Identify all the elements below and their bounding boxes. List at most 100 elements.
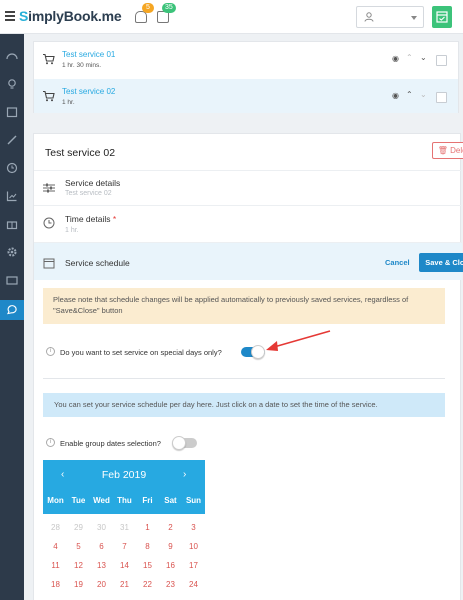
- calendar-day[interactable]: 4: [44, 542, 67, 551]
- service-duration: 1 hr.: [62, 99, 75, 106]
- weekday-label: Sat: [164, 496, 177, 505]
- group-dates-toggle[interactable]: [172, 436, 197, 450]
- eye-icon[interactable]: ◉: [392, 54, 399, 63]
- service-schedule-label: Service schedule: [65, 258, 130, 268]
- user-menu-dropdown[interactable]: [356, 6, 424, 28]
- service-details-value: Test service 02: [65, 190, 112, 197]
- panel-title: Test service 02: [45, 147, 116, 159]
- info-icon[interactable]: i: [46, 438, 55, 447]
- calendar-day[interactable]: 1: [136, 523, 159, 532]
- sidebar-item-gifts[interactable]: [0, 214, 24, 234]
- gear-icon: [7, 247, 17, 257]
- divider: [43, 378, 445, 379]
- trash-icon: 🗑: [437, 146, 448, 155]
- service-duration: 1 hr. 30 mins.: [62, 62, 102, 69]
- chevron-up-icon[interactable]: ⌃: [406, 90, 413, 99]
- calendar-check-icon: [436, 11, 448, 23]
- save-close-button[interactable]: Save & Close: [419, 253, 463, 272]
- service-details-section[interactable]: Service details Test service 02: [34, 170, 462, 205]
- calendar-day[interactable]: 15: [136, 561, 159, 570]
- time-details-label: Time details *: [65, 214, 117, 224]
- clock-icon: [43, 217, 55, 229]
- calendar-day[interactable]: 2: [159, 523, 182, 532]
- clock-icon: [6, 162, 18, 174]
- calendar-day[interactable]: 10: [182, 542, 205, 551]
- chat-icon: [7, 305, 17, 315]
- select-checkbox[interactable]: [436, 55, 447, 66]
- calendar-month-title: Feb 2019: [101, 469, 147, 481]
- sidebar-item-settings[interactable]: [0, 242, 24, 262]
- calendar-day[interactable]: 6: [90, 542, 113, 551]
- calendar-day[interactable]: 28: [44, 523, 67, 532]
- chevron-down-icon[interactable]: ⌄: [420, 53, 427, 62]
- sidebar-item-edit[interactable]: [0, 130, 24, 150]
- calendar-day[interactable]: 13: [90, 561, 113, 570]
- chart-icon: [6, 191, 17, 202]
- chevron-down-icon[interactable]: ⌄: [420, 90, 427, 99]
- delete-label: Delete: [450, 146, 463, 155]
- calendar-day[interactable]: 8: [136, 542, 159, 551]
- sidebar-item-ideas[interactable]: [0, 74, 24, 94]
- sidebar-item-payments[interactable]: [0, 270, 24, 290]
- calendar-day[interactable]: 22: [136, 580, 159, 589]
- eye-icon[interactable]: ◉: [392, 91, 399, 100]
- next-month-button[interactable]: ›: [183, 469, 186, 480]
- time-details-value: 1 hr.: [65, 227, 79, 234]
- sidebar-item-reports[interactable]: [0, 186, 24, 206]
- calendar-day[interactable]: 11: [44, 561, 67, 570]
- calendar-day[interactable]: 30: [90, 523, 113, 532]
- calendar-day[interactable]: 19: [67, 580, 90, 589]
- calendar-button[interactable]: [432, 6, 452, 28]
- calendar-day[interactable]: 31: [113, 523, 136, 532]
- service-details-label: Service details: [65, 178, 121, 188]
- schedule-warning: Please note that schedule changes will b…: [43, 288, 445, 324]
- calendar-day[interactable]: 9: [159, 542, 182, 551]
- service-name[interactable]: Test service 02: [62, 87, 115, 96]
- time-details-section[interactable]: Time details * 1 hr.: [34, 205, 462, 242]
- calendar-day[interactable]: 7: [113, 542, 136, 551]
- calendar-day[interactable]: 21: [113, 580, 136, 589]
- sidebar-item-dashboard[interactable]: [0, 46, 24, 66]
- dashboard-icon: [6, 53, 18, 60]
- logo[interactable]: SimplyBook.me: [19, 8, 122, 24]
- menu-icon[interactable]: [5, 11, 15, 21]
- wallet-icon: [6, 276, 18, 285]
- calendar-day[interactable]: 17: [182, 561, 205, 570]
- calendar-day[interactable]: 16: [159, 561, 182, 570]
- sidebar: [0, 34, 24, 600]
- sidebar-item-history[interactable]: [0, 158, 24, 178]
- service-name[interactable]: Test service 01: [62, 50, 115, 59]
- delete-button[interactable]: 🗑 Delete: [432, 142, 463, 159]
- schedule-info-message: You can set your service schedule per da…: [43, 393, 445, 417]
- calendar-icon: [43, 258, 55, 269]
- calendar-day[interactable]: 23: [159, 580, 182, 589]
- lightbulb-icon: [8, 79, 16, 89]
- service-schedule-section[interactable]: Service schedule Cancel Save & Close: [34, 242, 463, 280]
- calendar-day[interactable]: 18: [44, 580, 67, 589]
- sidebar-item-calendar[interactable]: [0, 102, 24, 122]
- weekday-label: Mon: [47, 496, 64, 505]
- calendar-day[interactable]: 3: [182, 523, 205, 532]
- group-dates-label: Enable group dates selection?: [60, 439, 161, 448]
- gift-icon: [6, 221, 18, 230]
- select-checkbox[interactable]: [436, 92, 447, 103]
- info-icon[interactable]: i: [46, 347, 55, 356]
- list-item[interactable]: Test service 01 1 hr. 30 mins. ◉ ⌃ ⌄: [34, 44, 458, 76]
- cart-icon: [43, 53, 55, 65]
- calendar-day[interactable]: 14: [113, 561, 136, 570]
- weekday-label: Tue: [71, 496, 86, 505]
- special-days-question: Do you want to set service on special da…: [60, 348, 222, 357]
- list-item[interactable]: Test service 02 1 hr. ◉ ⌃ ⌄: [34, 79, 458, 113]
- calendar-day[interactable]: 5: [67, 542, 90, 551]
- sidebar-item-services[interactable]: [0, 300, 24, 320]
- calendar-day[interactable]: 24: [182, 580, 205, 589]
- chevron-up-icon[interactable]: ⌃: [406, 53, 413, 62]
- calendar-day[interactable]: 20: [90, 580, 113, 589]
- date-picker-calendar: ‹ Feb 2019 › Mon Tue Wed Thu Fri Sat Sun 28 29 3…: [43, 460, 205, 600]
- cancel-button[interactable]: Cancel: [385, 258, 410, 267]
- calendar-day[interactable]: 29: [67, 523, 90, 532]
- calendar-day[interactable]: 12: [67, 561, 90, 570]
- sliders-icon: [43, 183, 55, 193]
- tasks-badge: 35: [162, 3, 176, 13]
- weekday-label: Fri: [142, 496, 153, 505]
